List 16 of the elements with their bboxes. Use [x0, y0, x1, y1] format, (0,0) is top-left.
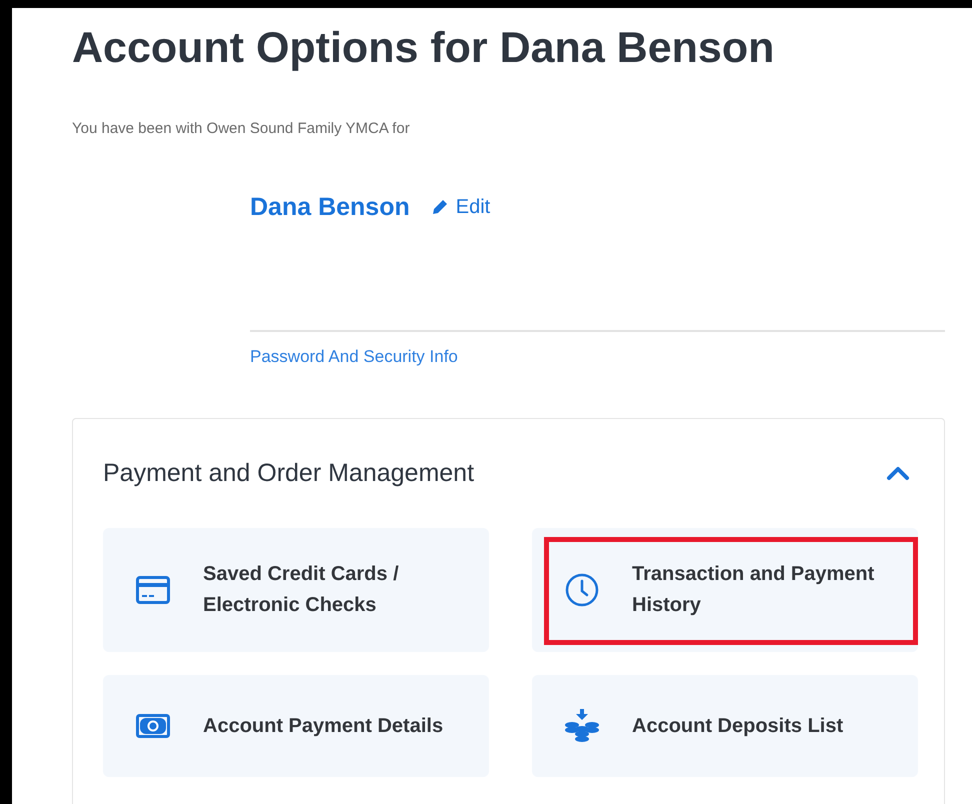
section-title: Payment and Order Management	[103, 458, 474, 488]
credit-card-icon	[136, 576, 170, 604]
chevron-up-icon	[886, 465, 910, 482]
option-tile[interactable]: Account Deposits List	[532, 675, 918, 777]
membership-note: You have been with Owen Sound Family YMCA for	[72, 119, 411, 139]
banknote-icon	[136, 714, 170, 738]
pencil-icon	[432, 199, 448, 216]
option-tile[interactable]: Saved Credit Cards / Electronic Checks	[103, 528, 489, 652]
edit-link[interactable]: Edit	[432, 192, 490, 222]
option-tile[interactable]: Transaction and Payment History	[532, 528, 918, 652]
clock-icon	[565, 573, 599, 607]
coins-icon	[564, 709, 600, 743]
option-tile[interactable]: Account Payment Details	[103, 675, 489, 777]
page-title: Account Options for Dana Benson	[72, 23, 776, 74]
member-name: Dana Benson	[250, 192, 410, 222]
security-link[interactable]: Password And Security Info	[250, 344, 945, 370]
